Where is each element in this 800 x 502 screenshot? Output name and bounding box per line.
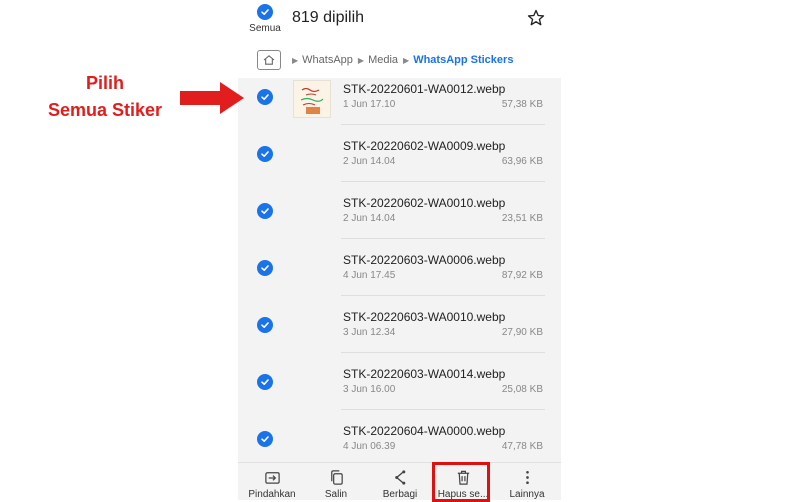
file-name: STK-20220603-WA0010.webp	[343, 310, 506, 324]
file-date: 3 Jun 12.34	[343, 327, 396, 338]
copy-icon	[330, 470, 343, 485]
annotation-text: Pilih Semua Stiker	[38, 70, 172, 124]
list-item[interactable]: STK-20220602-WA0010.webp 2 Jun 14.04 23,…	[238, 192, 561, 249]
delete-highlight-box	[432, 462, 490, 502]
arrow-right-icon	[180, 82, 244, 114]
check-icon[interactable]	[257, 203, 273, 219]
check-icon[interactable]	[257, 89, 273, 105]
breadcrumb-item-current[interactable]: WhatsApp Stickers	[413, 54, 513, 66]
file-size: 47,78 KB	[501, 441, 543, 452]
row-divider	[341, 124, 545, 125]
list-item[interactable]: STK-20220603-WA0014.webp 3 Jun 16.00 25,…	[238, 363, 561, 420]
selected-count: 819 dipilih	[292, 9, 365, 26]
file-size: 27,90 KB	[501, 327, 543, 338]
list-item[interactable]: STK-20220602-WA0009.webp 2 Jun 14.04 63,…	[238, 135, 561, 192]
check-icon[interactable]	[257, 317, 273, 333]
check-icon[interactable]	[257, 374, 273, 390]
file-name: STK-20220603-WA0014.webp	[343, 367, 506, 381]
more-vert-icon	[525, 470, 529, 485]
file-name: STK-20220603-WA0006.webp	[343, 253, 506, 267]
list-item[interactable]: STK-20220603-WA0006.webp 4 Jun 17.45 87,…	[238, 249, 561, 306]
file-size: 57,38 KB	[501, 99, 543, 110]
annotation-line-2: Semua Stiker	[47, 100, 163, 120]
check-icon[interactable]	[257, 146, 273, 162]
home-folder-icon[interactable]	[257, 50, 281, 70]
chevron-right-icon: ▶	[292, 55, 299, 65]
move-icon	[264, 472, 280, 484]
file-date: 2 Jun 14.04	[343, 213, 396, 224]
file-date: 3 Jun 16.00	[343, 384, 396, 395]
file-size: 87,92 KB	[501, 270, 543, 281]
action-bar: Pindahkan Salin Berbagi Hapus se... Lain…	[238, 462, 561, 500]
check-icon[interactable]	[257, 260, 273, 276]
file-size: 23,51 KB	[501, 213, 543, 224]
list-item[interactable]: STK-20220603-WA0010.webp 3 Jun 12.34 27,…	[238, 306, 561, 363]
select-all-label: Semua	[249, 23, 281, 34]
move-label: Pindahkan	[248, 489, 296, 500]
share-button[interactable]: Berbagi	[372, 469, 428, 500]
file-size: 63,96 KB	[501, 156, 543, 167]
select-all-toggle[interactable]: Semua	[249, 4, 281, 34]
star-icon[interactable]	[526, 8, 546, 28]
check-icon	[257, 4, 273, 20]
file-date: 4 Jun 06.39	[343, 441, 396, 452]
file-list: STK-20220601-WA0012.webp 1 Jun 17.10 57,…	[238, 78, 561, 477]
copy-button[interactable]: Salin	[308, 469, 364, 500]
file-name: STK-20220602-WA0009.webp	[343, 139, 506, 153]
row-divider	[341, 409, 545, 410]
share-label: Berbagi	[382, 489, 418, 500]
copy-label: Salin	[324, 489, 348, 500]
list-item[interactable]: STK-20220601-WA0012.webp 1 Jun 17.10 57,…	[238, 78, 561, 135]
file-size: 25,08 KB	[501, 384, 543, 395]
more-label: Lainnya	[509, 489, 545, 500]
share-icon	[394, 470, 405, 485]
breadcrumb-item-whatsapp[interactable]: WhatsApp	[302, 54, 353, 66]
selection-toolbar: Semua 819 dipilih	[238, 0, 561, 42]
breadcrumb-item-media[interactable]: Media	[368, 54, 398, 66]
file-name: STK-20220604-WA0000.webp	[343, 424, 506, 438]
file-manager-screen: Semua 819 dipilih ▶ WhatsApp ▶ Media ▶ W…	[238, 0, 561, 500]
file-date: 4 Jun 17.45	[343, 270, 396, 281]
chevron-right-icon: ▶	[357, 55, 365, 65]
more-button[interactable]: Lainnya	[499, 469, 555, 500]
row-divider	[341, 295, 545, 296]
file-name: STK-20220602-WA0010.webp	[343, 196, 506, 210]
move-button[interactable]: Pindahkan	[244, 469, 300, 500]
file-date: 2 Jun 14.04	[343, 156, 396, 167]
annotation-line-1: Pilih	[85, 73, 124, 93]
check-icon[interactable]	[257, 431, 273, 447]
file-date: 1 Jun 17.10	[343, 99, 396, 110]
row-divider	[341, 238, 545, 239]
row-divider	[341, 352, 545, 353]
chevron-right-icon: ▶	[403, 55, 410, 65]
file-name: STK-20220601-WA0012.webp	[343, 82, 506, 96]
right-background	[561, 0, 800, 500]
breadcrumb: ▶ WhatsApp ▶ Media ▶ WhatsApp Stickers	[238, 42, 561, 78]
sticker-thumbnail	[293, 80, 331, 118]
row-divider	[341, 181, 545, 182]
